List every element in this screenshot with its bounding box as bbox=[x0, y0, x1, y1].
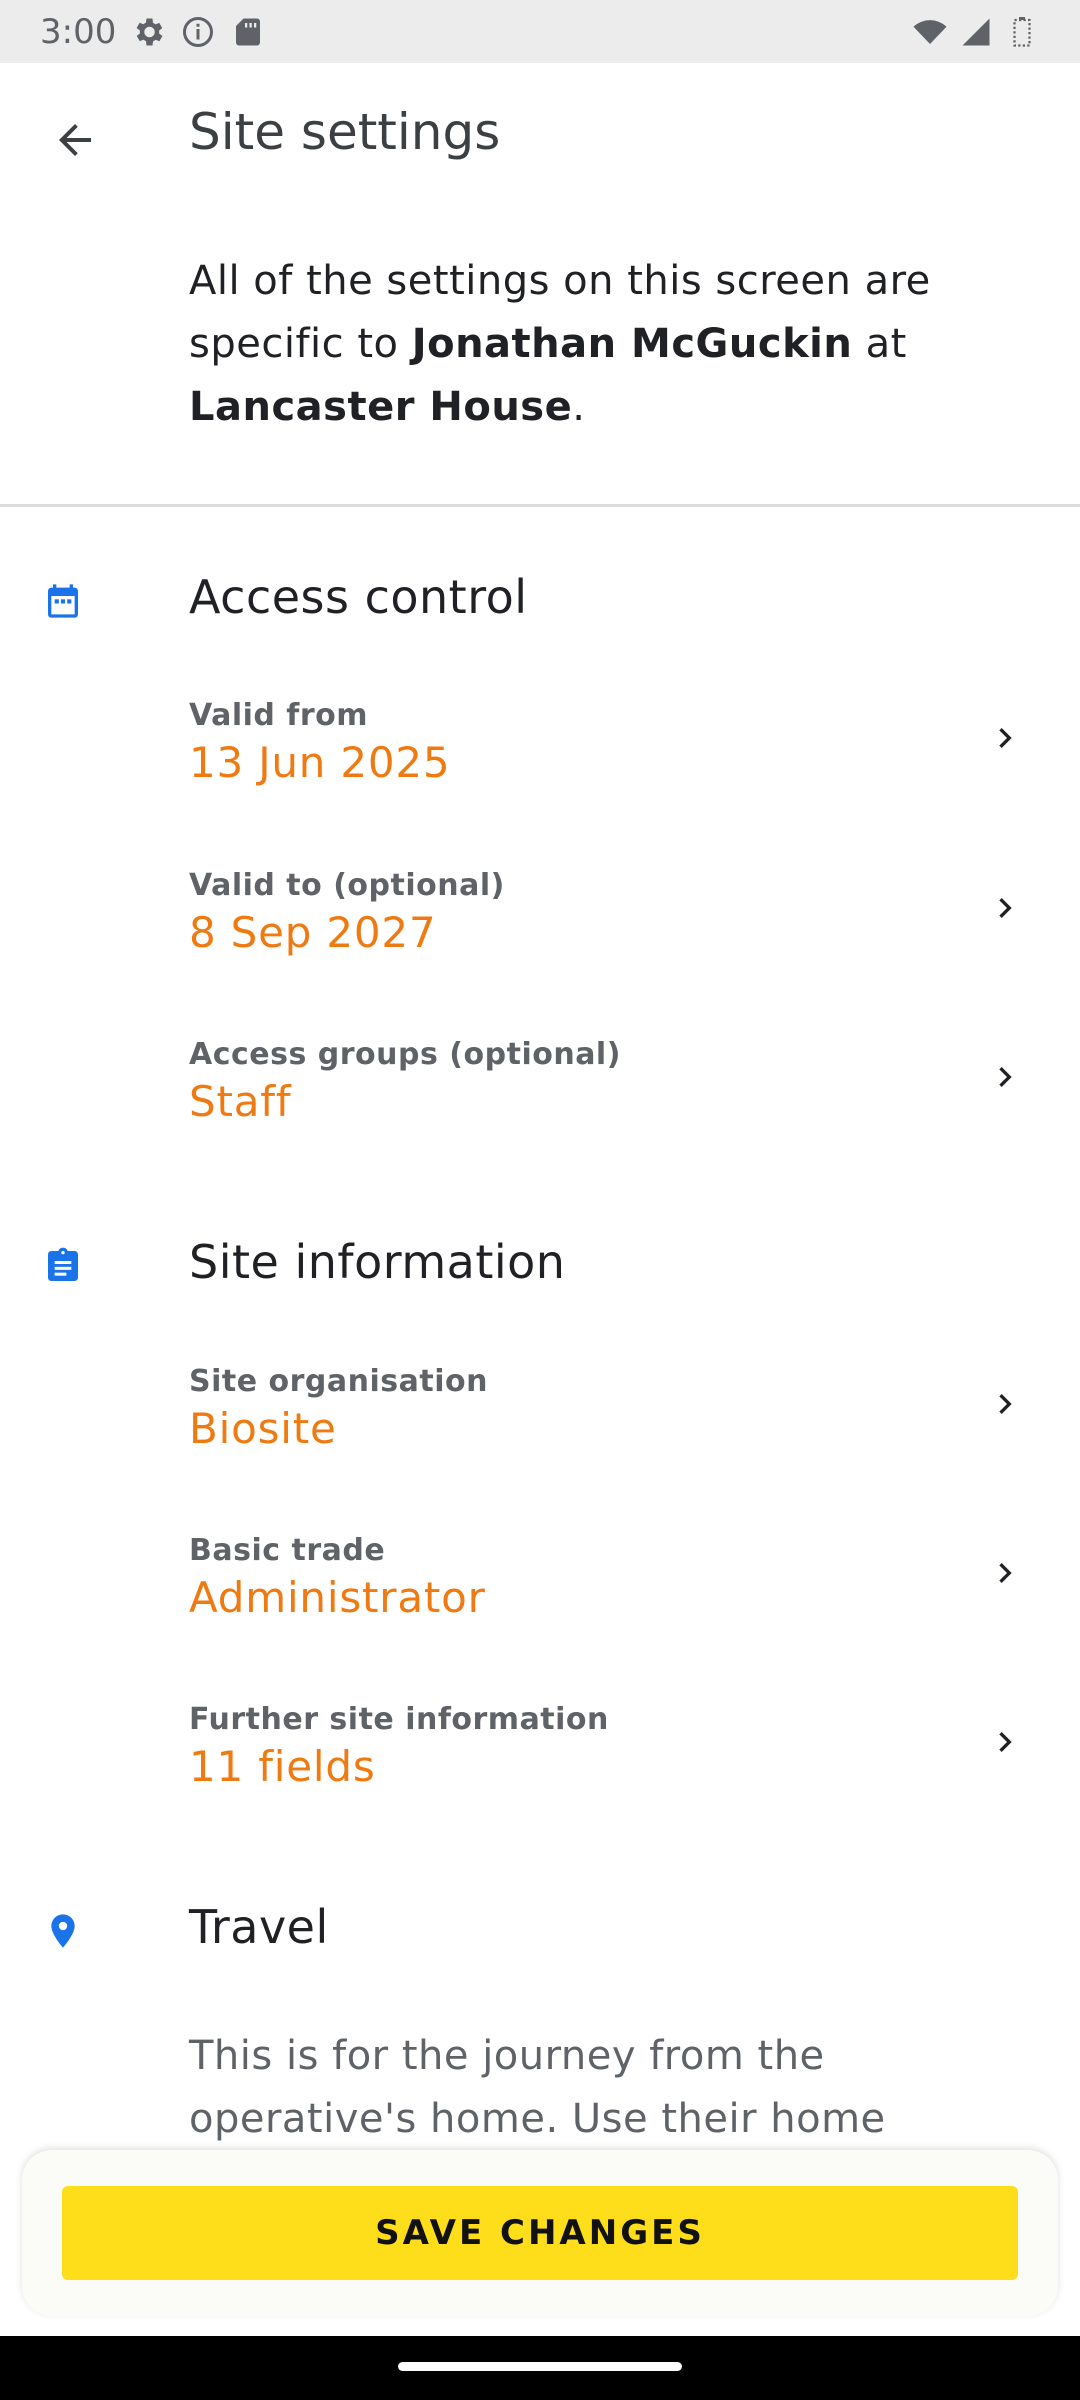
status-bar: 3:00 bbox=[0, 0, 1080, 63]
chevron-right-icon bbox=[999, 1563, 1012, 1583]
intro-person: Jonathan McGuckin bbox=[411, 321, 853, 367]
row-valid-to[interactable]: Valid to (optional) 8 Sep 2027 bbox=[0, 868, 1080, 1018]
clipboard-icon bbox=[42, 1245, 84, 1287]
intro-site: Lancaster House bbox=[189, 384, 573, 430]
row-label: Site organisation bbox=[189, 1364, 488, 1399]
row-label: Basic trade bbox=[189, 1533, 386, 1568]
page-title: Site settings bbox=[189, 103, 501, 161]
divider bbox=[0, 504, 1080, 507]
wifi-icon bbox=[913, 19, 947, 44]
status-time: 3:00 bbox=[40, 11, 117, 52]
row-label: Access groups (optional) bbox=[189, 1037, 621, 1072]
chevron-right-icon bbox=[999, 728, 1012, 748]
section-title-travel: Travel bbox=[189, 1900, 329, 1954]
save-changes-button[interactable]: SAVE CHANGES bbox=[62, 2186, 1018, 2280]
row-further-site-information[interactable]: Further site information 11 fields bbox=[0, 1702, 1080, 1852]
row-value: 13 Jun 2025 bbox=[189, 738, 451, 787]
section-title-site-information: Site information bbox=[189, 1235, 566, 1289]
app-bar: Site settings bbox=[0, 63, 1080, 213]
intro-text: All of the settings on this screen are s… bbox=[189, 250, 1009, 439]
row-basic-trade[interactable]: Basic trade Administrator bbox=[0, 1533, 1080, 1683]
battery-icon bbox=[1013, 16, 1031, 47]
section-title-access-control: Access control bbox=[189, 570, 528, 624]
home-gesture-handle[interactable] bbox=[398, 2362, 682, 2371]
row-value: Administrator bbox=[189, 1573, 486, 1622]
calendar-icon bbox=[42, 580, 84, 622]
travel-description: This is for the journey from the operati… bbox=[189, 2033, 886, 2142]
row-value: 8 Sep 2027 bbox=[189, 908, 437, 957]
row-value: Staff bbox=[189, 1077, 292, 1126]
row-valid-from[interactable]: Valid from 13 Jun 2025 bbox=[0, 698, 1080, 848]
arrow-back-icon bbox=[59, 124, 91, 156]
row-label: Valid to (optional) bbox=[189, 868, 505, 903]
back-button[interactable] bbox=[40, 105, 110, 175]
row-site-organisation[interactable]: Site organisation Biosite bbox=[0, 1364, 1080, 1514]
settings-icon bbox=[136, 18, 163, 45]
signal-icon bbox=[962, 18, 990, 45]
chevron-right-icon bbox=[999, 898, 1012, 918]
chevron-right-icon bbox=[999, 1394, 1012, 1414]
intro-middle: at bbox=[852, 321, 907, 367]
sd-card-icon bbox=[236, 18, 261, 45]
intro-suffix: . bbox=[572, 384, 586, 430]
row-label: Further site information bbox=[189, 1702, 609, 1737]
row-label: Valid from bbox=[189, 698, 369, 733]
row-value: 11 fields bbox=[189, 1742, 376, 1791]
chevron-right-icon bbox=[999, 1732, 1012, 1752]
row-value: Biosite bbox=[189, 1404, 337, 1453]
info-icon bbox=[183, 16, 214, 47]
row-access-groups[interactable]: Access groups (optional) Staff bbox=[0, 1037, 1080, 1187]
location-pin-icon bbox=[42, 1910, 84, 1952]
chevron-right-icon bbox=[999, 1067, 1012, 1087]
